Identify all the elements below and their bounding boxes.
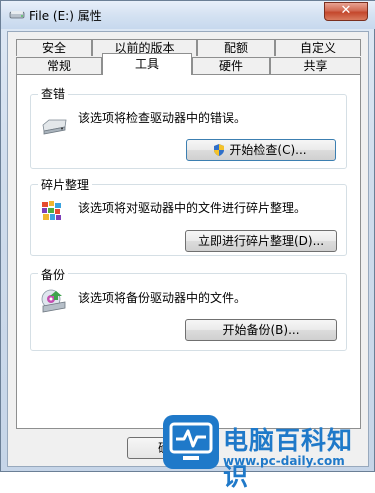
monitor-logo-icon bbox=[163, 415, 219, 469]
drive-icon bbox=[9, 11, 25, 19]
hard-drive-icon bbox=[42, 119, 67, 135]
tab-tools[interactable]: 工具 bbox=[102, 53, 192, 75]
tab-quota[interactable]: 配额 bbox=[197, 39, 275, 56]
tab-security[interactable]: 安全 bbox=[16, 39, 92, 56]
backup-icon bbox=[41, 289, 66, 313]
defrag-label: 碎片整理 bbox=[38, 176, 93, 193]
watermark-logo: 电脑百科知识 www.pc-daily.com bbox=[163, 413, 375, 491]
properties-window: File (E:) 属性 ✕ 安全 以前的版本 配额 自定义 常规 工具 硬件 … bbox=[0, 0, 375, 491]
close-button[interactable]: ✕ bbox=[324, 2, 368, 21]
check-now-label: 开始检查(C)... bbox=[229, 143, 307, 157]
title-bar[interactable]: File (E:) 属性 ✕ bbox=[1, 1, 375, 29]
defrag-description: 该选项将对驱动器中的文件进行碎片整理。 bbox=[78, 201, 307, 215]
tab-customize[interactable]: 自定义 bbox=[275, 39, 361, 56]
backup-description: 该选项将备份驱动器中的文件。 bbox=[78, 291, 247, 305]
defrag-now-button[interactable]: 立即进行碎片整理(D)... bbox=[185, 230, 337, 252]
tab-general[interactable]: 常规 bbox=[16, 57, 102, 74]
backup-now-button[interactable]: 开始备份(B)... bbox=[185, 319, 337, 341]
error-check-label: 查错 bbox=[38, 85, 69, 102]
check-now-button[interactable]: 开始检查(C)... bbox=[186, 139, 336, 161]
error-check-description: 该选项将检查驱动器中的错误。 bbox=[78, 111, 247, 125]
tab-sharing[interactable]: 共享 bbox=[270, 57, 361, 74]
defrag-icon bbox=[42, 201, 61, 220]
shield-icon bbox=[214, 144, 224, 156]
watermark-url: www.pc-daily.com bbox=[223, 454, 345, 468]
window-title: File (E:) 属性 bbox=[29, 9, 102, 23]
tab-hardware[interactable]: 硬件 bbox=[192, 57, 270, 74]
backup-label: 备份 bbox=[38, 266, 69, 283]
